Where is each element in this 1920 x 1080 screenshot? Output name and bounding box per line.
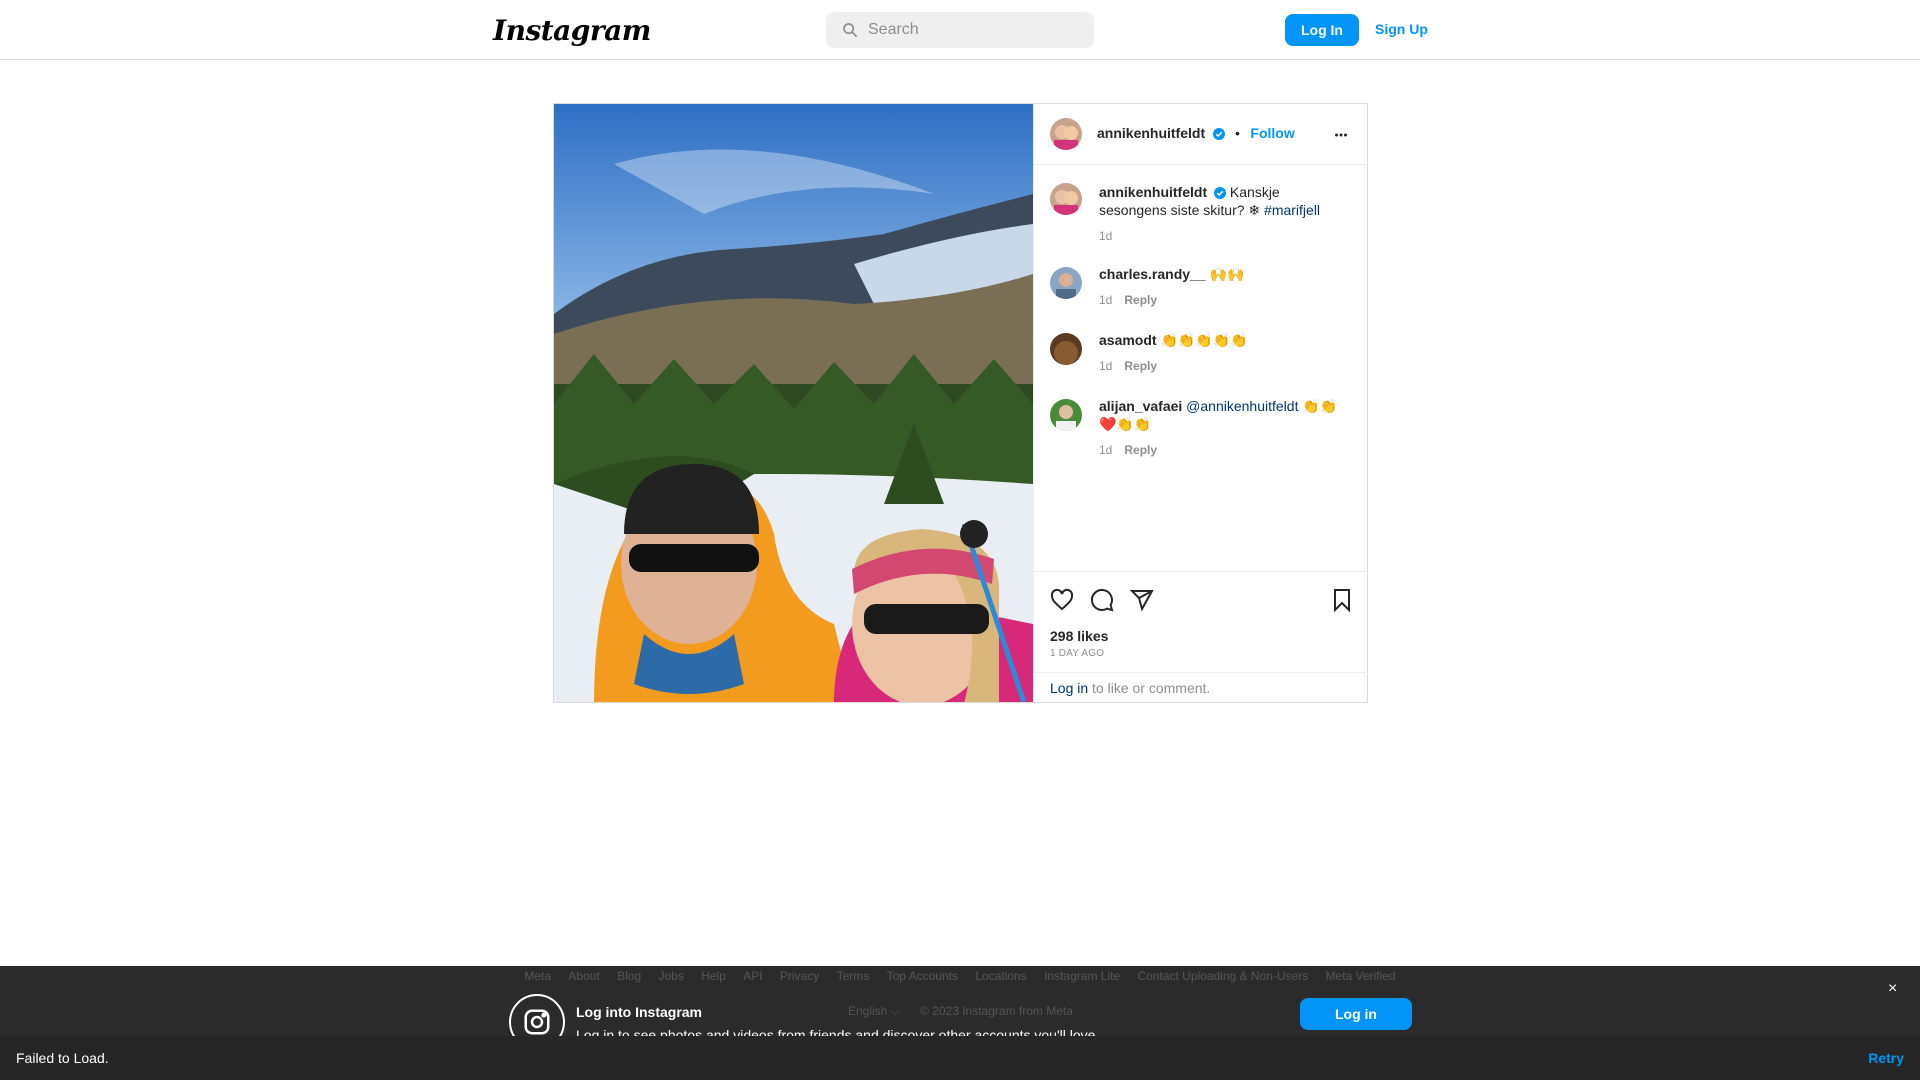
- comment-username[interactable]: asamodt: [1099, 332, 1157, 348]
- comment-time: 1d: [1099, 293, 1113, 307]
- top-bar: Instagram Log In Sign Up: [0, 0, 1920, 60]
- footer-links: Meta About Blog Jobs Help API Privacy Te…: [0, 969, 1920, 983]
- comment-text: 🙌🙌: [1209, 266, 1245, 282]
- footer-link[interactable]: About: [568, 969, 599, 983]
- bookmark-icon[interactable]: [1330, 588, 1354, 612]
- likes-count[interactable]: 298 likes: [1050, 628, 1108, 644]
- instagram-icon: [524, 1009, 550, 1035]
- search-icon: [843, 23, 858, 38]
- avatar[interactable]: [1050, 118, 1082, 150]
- signup-link[interactable]: Sign Up: [1375, 21, 1428, 37]
- footer-link[interactable]: API: [743, 969, 762, 983]
- reply-button[interactable]: Reply: [1124, 359, 1157, 373]
- toast-message: Failed to Load.: [16, 1050, 109, 1066]
- copyright: © 2023 Instagram from Meta: [920, 1004, 1073, 1018]
- follow-button[interactable]: Follow: [1250, 125, 1294, 141]
- hashtag-link[interactable]: #marifjell: [1264, 202, 1320, 218]
- post-header: annikenhuitfeldt • Follow: [1034, 104, 1368, 165]
- close-icon[interactable]: ×: [1888, 980, 1897, 998]
- retry-button[interactable]: Retry: [1868, 1050, 1904, 1066]
- login-button[interactable]: Log In: [1285, 14, 1359, 46]
- footer-link[interactable]: Privacy: [780, 969, 819, 983]
- login-link[interactable]: Log in: [1050, 680, 1088, 696]
- more-options-icon[interactable]: [1332, 126, 1350, 144]
- footer-link[interactable]: Locations: [975, 969, 1026, 983]
- error-toast: Failed to Load. Retry: [0, 1036, 1920, 1080]
- reply-button[interactable]: Reply: [1124, 293, 1157, 307]
- post-time: 1 DAY AGO: [1050, 648, 1105, 659]
- reply-button[interactable]: Reply: [1124, 443, 1157, 457]
- language-selector[interactable]: English ⌵: [848, 1004, 900, 1019]
- banner-title: Log into Instagram: [576, 1004, 702, 1020]
- post-photo[interactable]: [554, 104, 1033, 702]
- comment-icon[interactable]: [1090, 588, 1114, 612]
- search-box[interactable]: [826, 12, 1094, 48]
- post-actions: [1034, 571, 1368, 619]
- comment-time: 1d: [1099, 359, 1113, 373]
- avatar[interactable]: [1050, 333, 1082, 365]
- comment-time: 1d: [1099, 443, 1113, 457]
- post-author-username[interactable]: annikenhuitfeldt: [1097, 125, 1205, 141]
- comment-text: 👏👏👏👏👏: [1160, 332, 1248, 348]
- search-input[interactable]: [868, 21, 1068, 39]
- share-icon[interactable]: [1130, 588, 1154, 612]
- caption-time: 1d: [1099, 229, 1113, 243]
- footer-link[interactable]: Instagram Lite: [1044, 969, 1120, 983]
- login-to-comment: Log in to like or comment.: [1034, 672, 1368, 702]
- post-sidebar: annikenhuitfeldt • Follow annikenhuitfel…: [1033, 104, 1368, 702]
- footer-link[interactable]: Meta: [524, 969, 551, 983]
- footer-link[interactable]: Blog: [617, 969, 641, 983]
- footer-link[interactable]: Help: [701, 969, 726, 983]
- comment-username[interactable]: charles.randy__: [1099, 266, 1206, 282]
- separator: •: [1235, 125, 1240, 141]
- mention-link[interactable]: @annikenhuitfeldt: [1186, 398, 1298, 414]
- post-card: annikenhuitfeldt • Follow annikenhuitfel…: [553, 103, 1368, 703]
- footer-link[interactable]: Top Accounts: [887, 969, 958, 983]
- verified-badge-icon: [1212, 128, 1225, 140]
- verified-badge-icon: [1214, 187, 1227, 199]
- login-prompt: to like or comment.: [1088, 680, 1211, 696]
- avatar[interactable]: [1050, 267, 1082, 299]
- footer-link[interactable]: Terms: [837, 969, 870, 983]
- footer-link[interactable]: Contact Uploading & Non-Users: [1137, 969, 1308, 983]
- heart-icon[interactable]: [1050, 588, 1074, 612]
- instagram-logo[interactable]: Instagram: [493, 14, 651, 47]
- avatar[interactable]: [1050, 183, 1082, 215]
- footer-link[interactable]: Meta Verified: [1326, 969, 1396, 983]
- footer-link[interactable]: Jobs: [659, 969, 684, 983]
- avatar[interactable]: [1050, 399, 1082, 431]
- banner-login-button[interactable]: Log in: [1300, 998, 1412, 1030]
- caption-username[interactable]: annikenhuitfeldt: [1099, 184, 1207, 200]
- comment-username[interactable]: alijan_vafaei: [1099, 398, 1182, 414]
